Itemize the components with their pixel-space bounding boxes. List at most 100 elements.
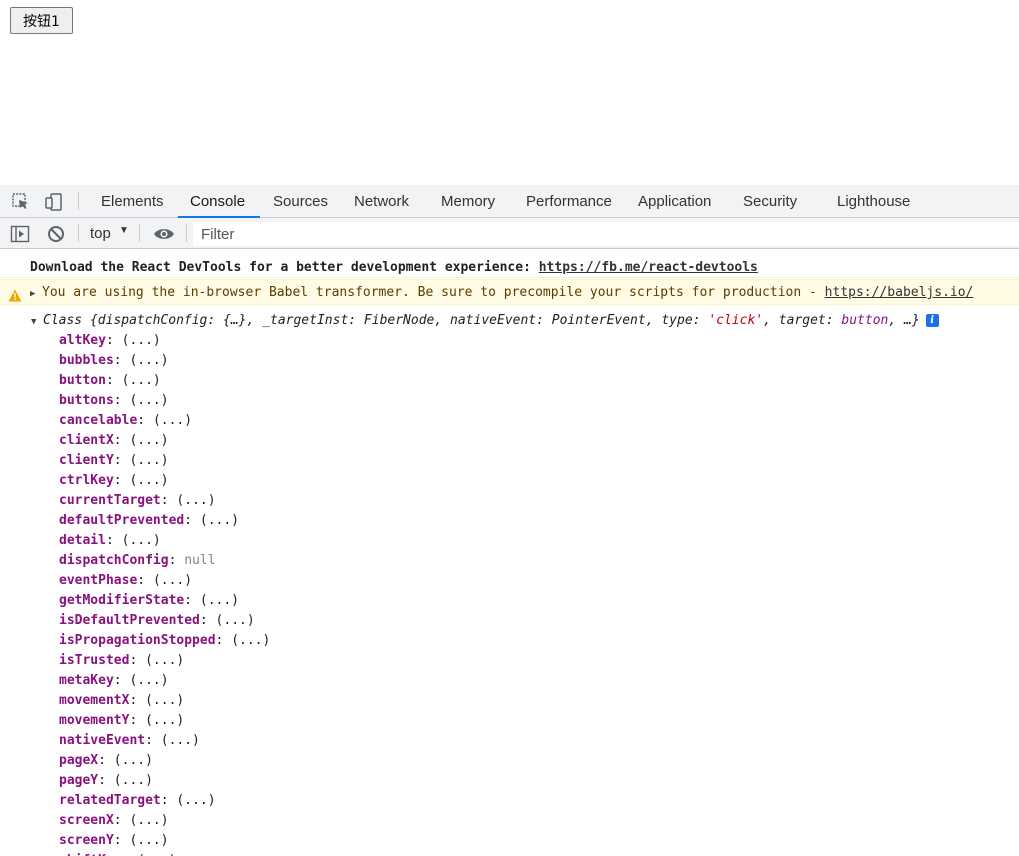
property-value[interactable]: (...): [129, 453, 168, 468]
property-value[interactable]: (...): [129, 833, 168, 848]
sidebar-toggle-icon[interactable]: [10, 224, 30, 244]
eye-icon[interactable]: [153, 224, 174, 244]
context-select[interactable]: top: [90, 224, 111, 244]
toolbar-separator: [78, 224, 79, 242]
property-value[interactable]: (...): [153, 573, 192, 588]
device-toolbar-icon[interactable]: [44, 192, 64, 212]
property-row[interactable]: bubbles: (...): [59, 351, 1019, 371]
devtools-tabbar: Elements Console Sources Network Memory …: [0, 185, 1019, 218]
property-key: pageY: [59, 773, 99, 788]
property-row[interactable]: pageY: (...): [59, 771, 1019, 791]
filter-input[interactable]: [193, 222, 1019, 246]
property-key: isDefaultPrevented: [59, 613, 200, 628]
toolbar-separator: [139, 224, 140, 242]
property-row[interactable]: nativeEvent: (...): [59, 731, 1019, 751]
property-value[interactable]: (...): [145, 693, 184, 708]
property-value[interactable]: (...): [129, 433, 168, 448]
summary-key: target: [778, 313, 826, 328]
property-value[interactable]: (...): [122, 333, 161, 348]
property-row[interactable]: isTrusted: (...): [59, 651, 1019, 671]
babel-link[interactable]: https://babeljs.io/: [825, 285, 974, 300]
property-row[interactable]: screenY: (...): [59, 831, 1019, 851]
property-row[interactable]: movementY: (...): [59, 711, 1019, 731]
property-row[interactable]: isPropagationStopped: (...): [59, 631, 1019, 651]
property-value[interactable]: (...): [200, 513, 239, 528]
property-row[interactable]: clientY: (...): [59, 451, 1019, 471]
property-value[interactable]: (...): [122, 373, 161, 388]
property-key: movementY: [59, 713, 130, 728]
property-key: cancelable: [59, 413, 138, 428]
tab-lighthouse[interactable]: Lighthouse: [837, 185, 910, 217]
property-value[interactable]: (...): [129, 473, 168, 488]
property-value[interactable]: (...): [161, 733, 200, 748]
property-row[interactable]: ctrlKey: (...): [59, 471, 1019, 491]
react-devtools-link[interactable]: https://fb.me/react-devtools: [539, 260, 758, 275]
tab-elements[interactable]: Elements: [101, 185, 164, 217]
property-key: screenX: [59, 813, 114, 828]
property-row[interactable]: screenX: (...): [59, 811, 1019, 831]
tab-sources[interactable]: Sources: [273, 185, 328, 217]
property-value: null: [184, 553, 216, 568]
tab-application[interactable]: Application: [638, 185, 711, 217]
property-value[interactable]: (...): [176, 493, 215, 508]
page-button-1[interactable]: 按钮1: [10, 7, 73, 34]
property-value[interactable]: (...): [216, 613, 255, 628]
property-key: eventPhase: [59, 573, 138, 588]
property-row[interactable]: dispatchConfig: null: [59, 551, 1019, 571]
property-row[interactable]: altKey: (...): [59, 331, 1019, 351]
property-row[interactable]: button: (...): [59, 371, 1019, 391]
tab-console[interactable]: Console: [177, 185, 261, 218]
property-value[interactable]: (...): [114, 773, 153, 788]
property-value[interactable]: (...): [145, 653, 184, 668]
property-value[interactable]: (...): [122, 533, 161, 548]
console-output: Download the React DevTools for a better…: [0, 257, 1019, 856]
property-value[interactable]: (...): [129, 353, 168, 368]
chevron-down-icon[interactable]: ▼: [119, 225, 129, 236]
property-key: buttons: [59, 393, 114, 408]
property-row[interactable]: buttons: (...): [59, 391, 1019, 411]
tab-security[interactable]: Security: [743, 185, 797, 217]
object-tail: …}: [904, 313, 920, 328]
property-value[interactable]: (...): [176, 793, 215, 808]
property-key: nativeEvent: [59, 733, 146, 748]
warning-message-text: You are using the in-browser Babel trans…: [42, 285, 825, 300]
property-row[interactable]: movementX: (...): [59, 691, 1019, 711]
property-row[interactable]: detail: (...): [59, 531, 1019, 551]
property-value[interactable]: (...): [114, 753, 153, 768]
property-row[interactable]: defaultPrevented: (...): [59, 511, 1019, 531]
object-class-name: Class: [43, 313, 83, 328]
property-key: getModifierState: [59, 593, 185, 608]
console-object-entry[interactable]: ▼ Class {dispatchConfig: {…}, _targetInst…: [0, 310, 1019, 331]
property-key: bubbles: [59, 353, 114, 368]
info-badge-icon[interactable]: i: [925, 314, 939, 327]
property-value[interactable]: (...): [129, 813, 168, 828]
property-value[interactable]: (...): [129, 673, 168, 688]
property-value[interactable]: (...): [231, 633, 270, 648]
tab-performance[interactable]: Performance: [526, 185, 612, 217]
clear-console-icon[interactable]: [46, 224, 66, 244]
tab-network[interactable]: Network: [354, 185, 409, 217]
expand-triangle-icon[interactable]: ▶: [30, 281, 42, 304]
property-value[interactable]: (...): [129, 393, 168, 408]
property-row[interactable]: eventPhase: (...): [59, 571, 1019, 591]
property-key: clientX: [59, 433, 114, 448]
inspect-element-icon[interactable]: [11, 192, 31, 212]
page: 按钮1 Elements Console Sources Network Mem…: [0, 0, 1019, 856]
property-row[interactable]: cancelable: (...): [59, 411, 1019, 431]
tab-memory[interactable]: Memory: [441, 185, 495, 217]
property-value[interactable]: (...): [145, 713, 184, 728]
property-key: screenY: [59, 833, 114, 848]
property-row[interactable]: currentTarget: (...): [59, 491, 1019, 511]
property-row[interactable]: isDefaultPrevented: (...): [59, 611, 1019, 631]
property-row[interactable]: pageX: (...): [59, 751, 1019, 771]
property-row[interactable]: getModifierState: (...): [59, 591, 1019, 611]
property-row[interactable]: metaKey: (...): [59, 671, 1019, 691]
property-value[interactable]: (...): [153, 413, 192, 428]
summary-value: PointerEvent: [551, 313, 646, 328]
collapse-triangle-icon[interactable]: ▼: [31, 312, 43, 331]
summary-key: nativeEvent: [450, 313, 537, 328]
property-row[interactable]: relatedTarget: (...): [59, 791, 1019, 811]
property-value[interactable]: (...): [200, 593, 239, 608]
property-row[interactable]: clientX: (...): [59, 431, 1019, 451]
property-row[interactable]: shiftKey: (...): [59, 851, 1019, 856]
